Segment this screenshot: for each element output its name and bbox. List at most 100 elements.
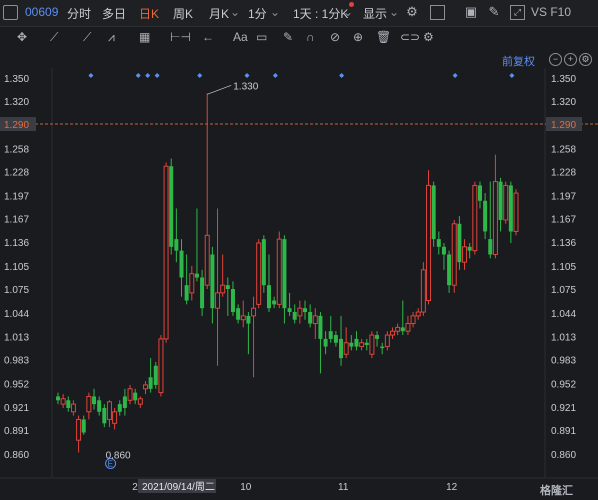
candle-body	[179, 250, 184, 278]
event-marker	[272, 73, 278, 78]
event-marker	[452, 73, 458, 78]
candle-body	[204, 234, 210, 286]
candle-body	[384, 334, 390, 348]
candle-body	[66, 400, 71, 408]
x-tick: 12	[446, 482, 458, 493]
candle-body	[375, 335, 380, 339]
event-marker	[509, 73, 515, 78]
candle-body	[451, 223, 457, 286]
candle-body	[426, 184, 432, 302]
candle-body	[303, 308, 308, 313]
candle-body	[415, 311, 421, 317]
y-tick-left: 1.320	[4, 97, 29, 108]
y-tick-left: 1.258	[4, 145, 29, 156]
y-tick-right: 1.105	[551, 262, 576, 273]
y-tick-right: 1.258	[551, 145, 576, 156]
candle-body	[287, 308, 292, 313]
candle-body	[236, 308, 241, 320]
candle-body	[97, 400, 102, 412]
y-tick-right: 0.921	[551, 403, 576, 414]
candle-body	[158, 338, 164, 394]
candlestick-chart[interactable]: 1.350 1.350 1.320 1.320 1.258 1.258 1.228 1.228…	[0, 0, 598, 500]
candle-body	[297, 307, 303, 317]
event-marker	[88, 73, 94, 78]
candle-body	[251, 307, 257, 317]
y-tick-right: 0.952	[551, 379, 576, 390]
candle-body	[395, 326, 401, 332]
candle-body	[436, 239, 441, 247]
y-tick-left: 0.860	[4, 450, 29, 461]
candle-body	[467, 246, 472, 251]
candle-body	[70, 403, 76, 413]
y-tick-left: 0.921	[4, 403, 29, 414]
candle-body	[318, 315, 323, 339]
y-tick-left: 1.013	[4, 333, 29, 344]
candle-body	[56, 396, 60, 401]
candle-body	[261, 239, 266, 286]
candle-body	[174, 239, 179, 251]
candle-body	[431, 185, 436, 240]
y-tick-left: 1.228	[4, 168, 29, 179]
event-marker	[339, 73, 345, 78]
y-tick-right: 0.860	[551, 450, 576, 461]
candle-body	[488, 239, 493, 255]
candle-body	[117, 404, 122, 412]
candle-body	[210, 254, 215, 309]
y-tick-left: 1.167	[4, 214, 29, 225]
candle-body	[349, 342, 354, 347]
y-tick-left: 0.891	[4, 426, 29, 437]
y-tick-left: 1.105	[4, 262, 29, 273]
candle-body	[189, 273, 195, 294]
candle-body	[369, 334, 375, 355]
candle-body	[462, 246, 468, 263]
candle-body	[112, 411, 118, 424]
candle-body	[184, 285, 189, 301]
x-tick: 10	[240, 482, 252, 493]
candle-body	[148, 377, 153, 389]
y-tick-right: 1.197	[551, 191, 576, 202]
candle-body	[246, 315, 251, 324]
candle-body	[240, 315, 246, 321]
candle-body	[266, 285, 271, 309]
y-tick-left: 1.350	[4, 74, 29, 85]
y-tick-right: 1.228	[551, 168, 576, 179]
candle-body	[354, 338, 359, 347]
candle-body	[102, 407, 107, 424]
candle-body	[194, 273, 199, 278]
candle-body	[282, 239, 287, 309]
candle-body	[292, 312, 297, 320]
candle-body	[137, 398, 143, 405]
y-tick-left: 0.983	[4, 356, 29, 367]
candle-body	[86, 395, 92, 413]
event-marker	[244, 73, 250, 78]
candle-body	[220, 284, 226, 294]
candle-body	[333, 335, 338, 343]
y-tick-left: 1.197	[4, 191, 29, 202]
candle-body	[513, 192, 519, 232]
candle-body	[200, 277, 205, 309]
candle-body	[441, 246, 446, 255]
candle-body	[272, 300, 277, 305]
candle-body	[364, 342, 369, 346]
crosshair-date: 2021/09/14/周二	[142, 481, 215, 493]
price-label-left: 1.290	[4, 120, 29, 131]
candle-body	[400, 327, 405, 332]
candle-body	[308, 312, 313, 324]
candle-body	[256, 242, 262, 305]
y-tick-left: 1.044	[4, 309, 29, 320]
candle-body	[92, 396, 97, 405]
candle-body	[420, 269, 426, 313]
candle-body	[106, 401, 112, 420]
candle-body	[477, 185, 482, 201]
y-tick-right: 1.136	[551, 238, 576, 249]
candle-body	[133, 392, 138, 401]
y-tick-right: 1.075	[551, 285, 576, 296]
candle-body	[343, 342, 349, 355]
y-tick-right: 1.320	[551, 97, 576, 108]
candle-body	[163, 165, 169, 340]
candle-body	[276, 238, 282, 305]
candle-body	[122, 396, 127, 408]
candle-body	[328, 331, 333, 339]
y-tick-right: 1.350	[551, 74, 576, 85]
candle-body	[410, 315, 416, 325]
